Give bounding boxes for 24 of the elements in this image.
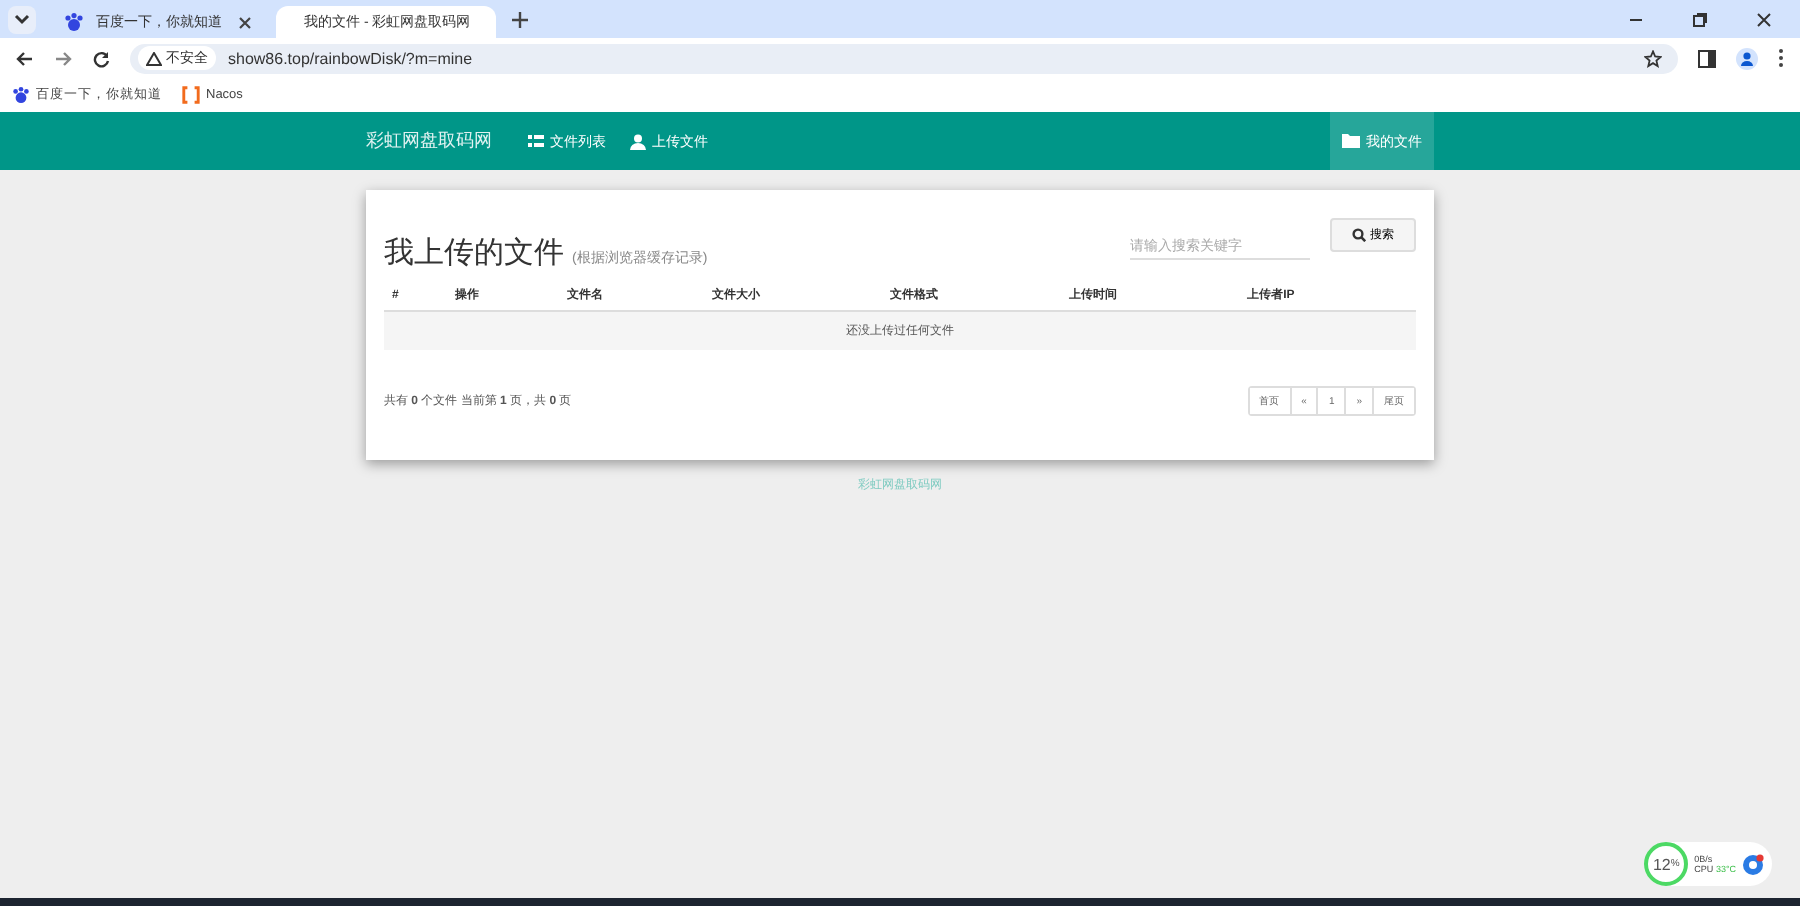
profile-icon[interactable]	[1736, 47, 1758, 69]
side-panel-icon[interactable]	[1698, 49, 1716, 67]
app-icon	[1742, 853, 1764, 875]
url-text: show86.top/rainbowDisk/?m=mine	[228, 49, 473, 67]
restore-icon[interactable]	[1692, 11, 1708, 27]
chevron-icon	[14, 13, 30, 25]
bracket-icon	[182, 86, 200, 104]
paw-icon	[12, 86, 30, 104]
paw-icon	[64, 12, 84, 32]
close-icon[interactable]	[1756, 11, 1772, 27]
search-icon	[1352, 228, 1366, 242]
reload-icon[interactable]	[92, 49, 110, 67]
warning-icon	[146, 51, 162, 65]
user-icon	[630, 133, 646, 149]
tab-menu-button[interactable]	[8, 5, 36, 33]
list-icon	[528, 134, 544, 148]
forward-icon[interactable]	[54, 49, 72, 67]
close-icon[interactable]	[238, 15, 252, 29]
folder-icon	[1342, 134, 1360, 148]
back-icon[interactable]	[16, 49, 34, 67]
new-tab-icon[interactable]	[512, 11, 528, 27]
page-title: 我上传的文件	[384, 234, 564, 272]
more-icon[interactable]	[1778, 48, 1784, 68]
star-icon[interactable]	[1644, 49, 1662, 67]
